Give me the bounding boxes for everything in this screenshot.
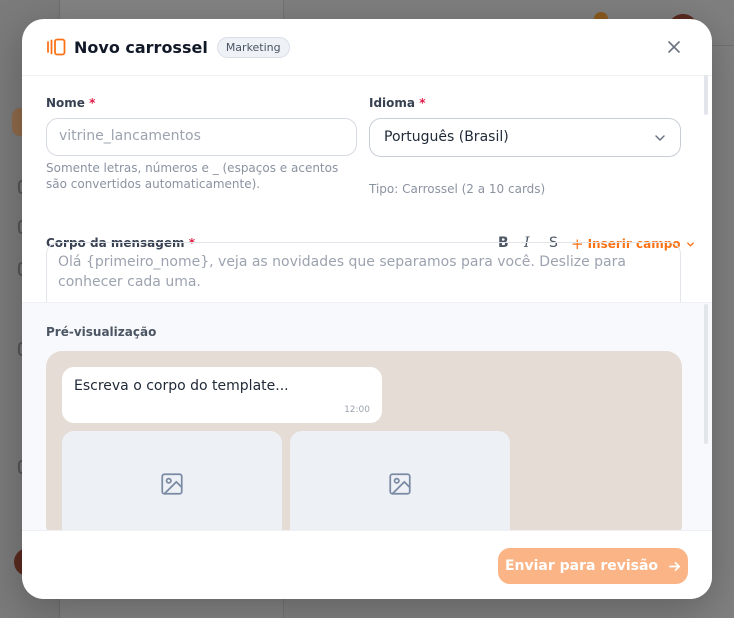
preview-section: Pré-visualização Escreva o corpo do temp… [22, 302, 712, 541]
carousel-card [62, 431, 282, 541]
language-hint: Tipo: Carrossel (2 a 10 cards) [369, 182, 546, 196]
image-placeholder-icon [161, 473, 183, 495]
form-scrollbar[interactable] [704, 75, 708, 115]
close-button[interactable] [664, 37, 684, 57]
close-icon [668, 41, 680, 53]
bubble-text: Escreva o corpo do template... [74, 378, 289, 394]
category-badge: Marketing [216, 36, 290, 58]
modal-header: Novo carrossel Marketing [22, 19, 712, 76]
language-label: Idioma * [369, 96, 426, 110]
submit-for-review-button[interactable]: Enviar para revisão [498, 548, 688, 584]
language-select-value: Português (Brasil) [384, 129, 509, 145]
carousel-icon [46, 38, 66, 56]
message-bubble: Escreva o corpo do template... 12:00 [62, 367, 382, 423]
name-hint: Somente letras, números e _ (espaços e a… [46, 161, 339, 191]
chevron-down-icon [655, 135, 665, 141]
new-carousel-modal: Novo carrossel Marketing Nome * vitrine_… [22, 19, 712, 599]
modal-title: Novo carrossel [74, 37, 208, 57]
body-textarea-placeholder: Olá {primeiro_nome}, veja as novidades q… [58, 254, 626, 290]
preview-label: Pré-visualização [46, 325, 157, 339]
chevron-down-icon [686, 241, 694, 247]
chat-preview: Escreva o corpo do template... 12:00 [46, 351, 682, 541]
modal-footer: Enviar para revisão [22, 530, 712, 599]
arrow-right-icon [669, 561, 681, 571]
name-input-placeholder: vitrine_lancamentos [59, 128, 201, 144]
image-placeholder-icon [389, 473, 411, 495]
preview-scrollbar[interactable] [704, 304, 708, 444]
name-label: Nome * [46, 96, 96, 110]
bubble-time: 12:00 [344, 405, 370, 415]
carousel-card [290, 431, 510, 541]
